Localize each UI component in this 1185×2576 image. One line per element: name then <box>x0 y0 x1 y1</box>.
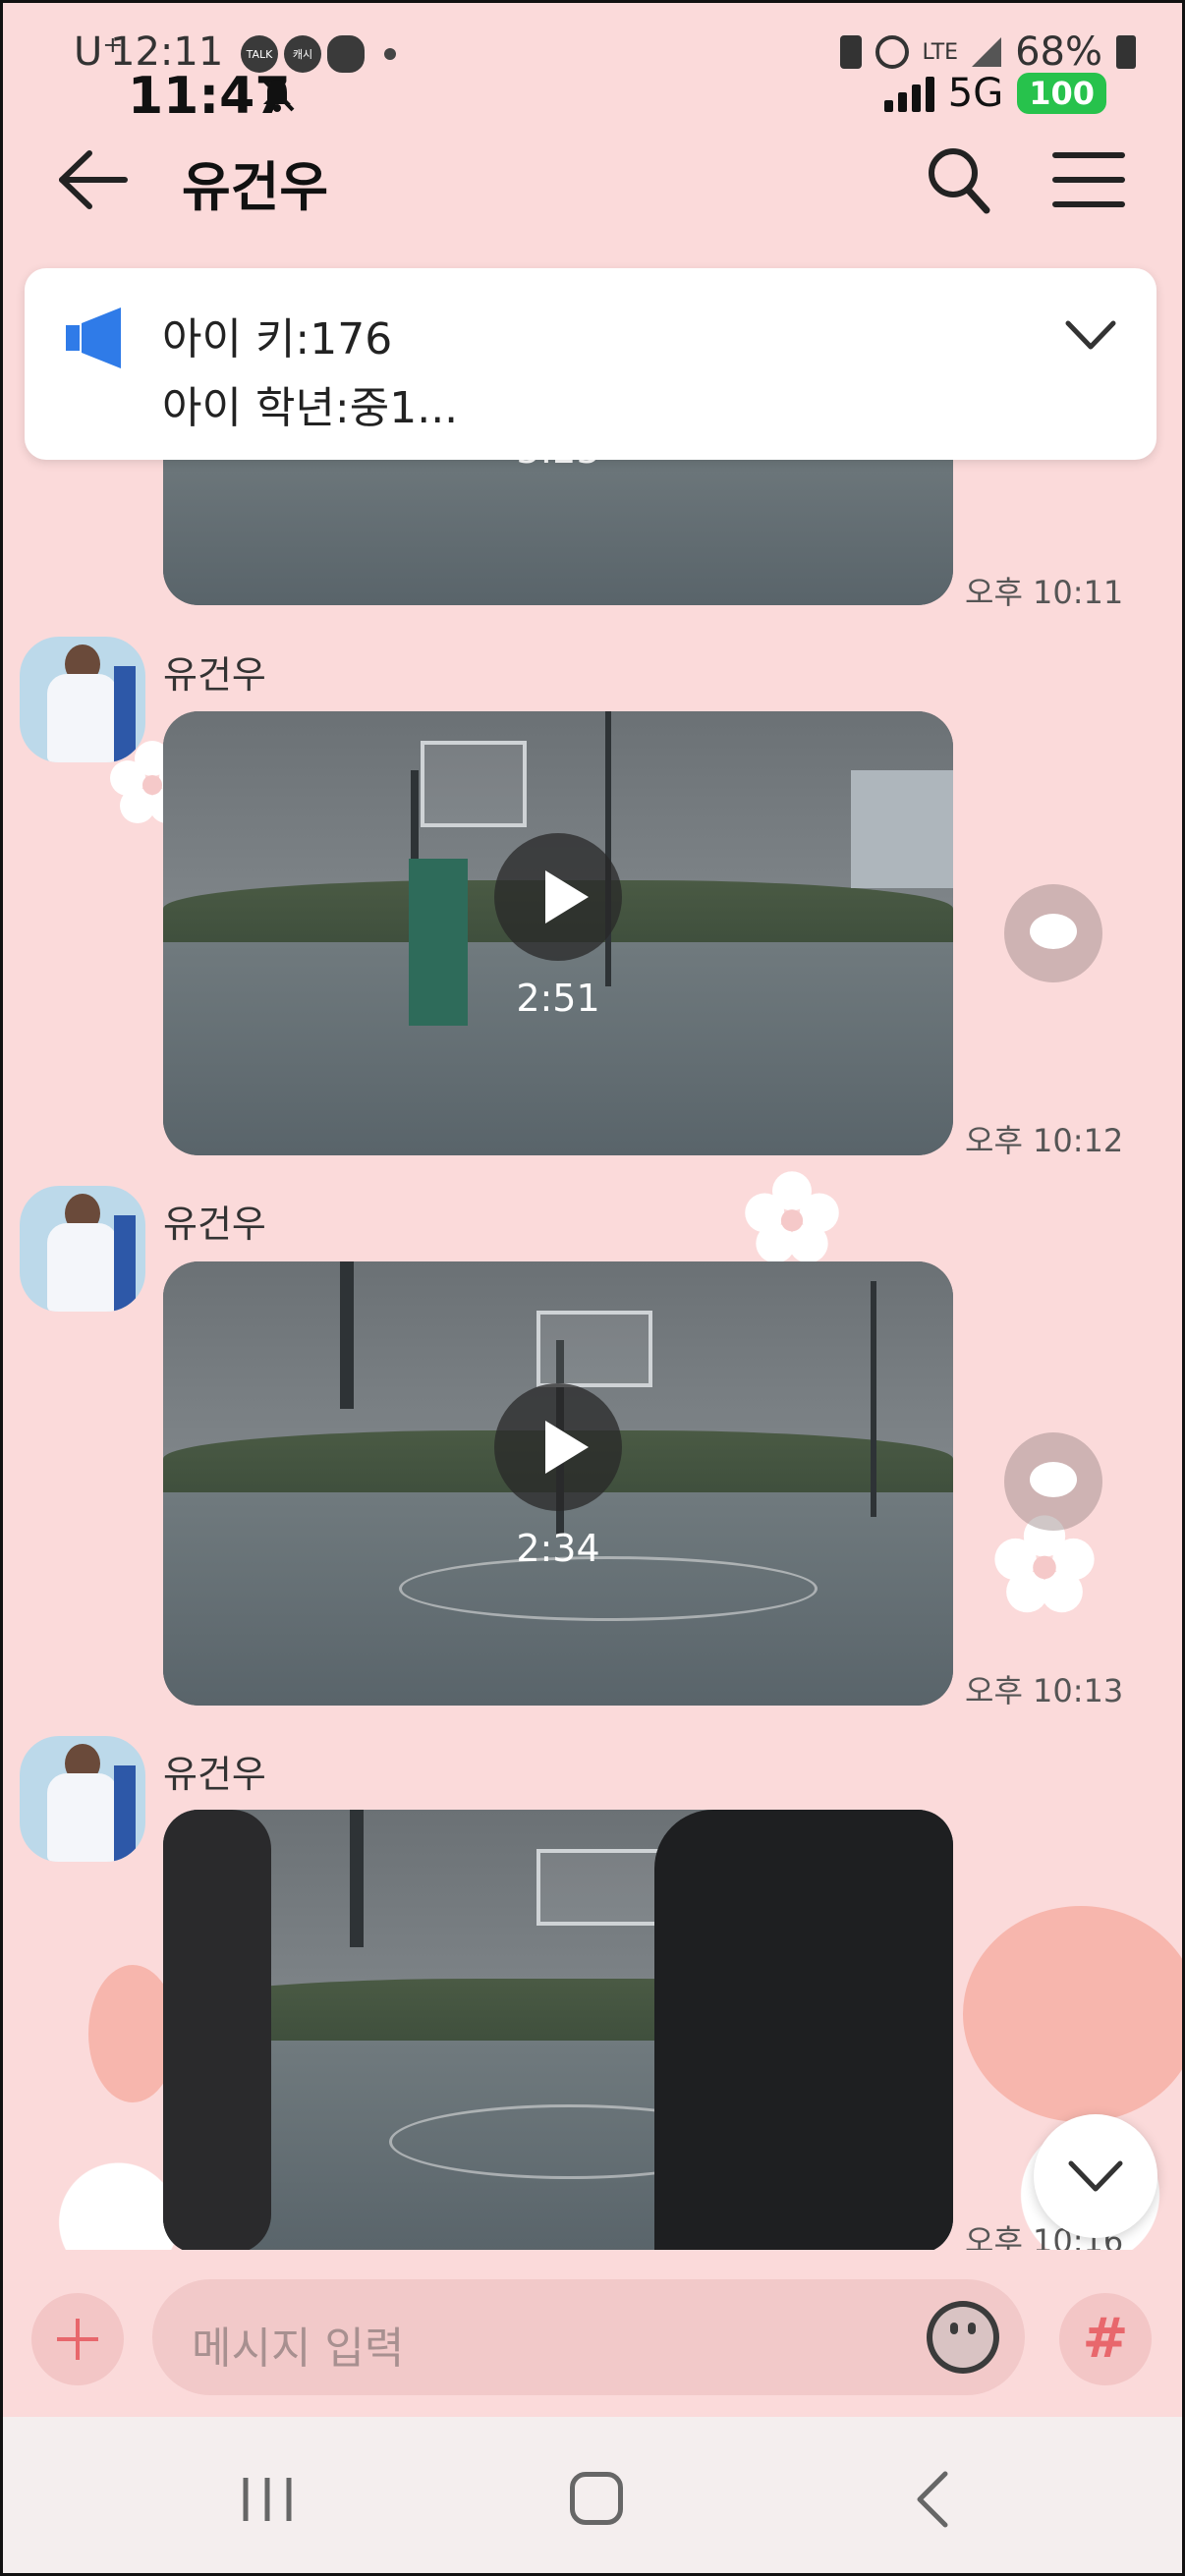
chevron-down-icon[interactable] <box>1064 315 1117 355</box>
status-right-top: LTE 68% <box>839 29 1136 75</box>
alarm-icon <box>875 35 909 69</box>
video-message[interactable]: 2:51 <box>163 711 953 1155</box>
avatar[interactable] <box>20 1736 145 1862</box>
sender-name: 유건우 <box>163 653 266 697</box>
peach-character-decoration <box>963 1906 1185 2122</box>
sender-name: 유건우 <box>163 1753 266 1796</box>
notice-line-2: 아이 학년:중1... <box>162 383 459 433</box>
signal-bars-icon <box>883 75 934 112</box>
share-icon[interactable] <box>1004 884 1102 982</box>
mute-bell-icon <box>260 77 295 112</box>
message-time: 오후 10:13 <box>965 1672 1124 1709</box>
battery-icon <box>1116 35 1136 69</box>
sender-name: 유건우 <box>163 1203 266 1246</box>
status-bar: U⁺ 12:11 TALK 캐시 11:47 LTE 68% 5G 100 <box>0 0 1185 128</box>
message-input-bar: 메시지 입력 # <box>0 2250 1185 2417</box>
cloud-notification-icon <box>327 35 365 73</box>
message-input-placeholder: 메시지 입력 <box>192 2324 405 2374</box>
hash-search-button[interactable]: # <box>1059 2293 1152 2385</box>
notice-line-1: 아이 키:176 <box>162 314 393 364</box>
megaphone-icon <box>66 308 121 368</box>
video-message[interactable]: 2:34 <box>163 1261 953 1706</box>
play-icon[interactable] <box>494 833 622 961</box>
notice-banner[interactable]: 아이 키:176 아이 학년:중1... <box>25 268 1157 460</box>
network-type: 5G <box>947 71 1004 116</box>
share-icon[interactable] <box>1004 1432 1102 1531</box>
avatar[interactable] <box>20 1186 145 1312</box>
system-nav-bar <box>0 2417 1185 2576</box>
video-duration: 2:51 <box>516 977 600 1020</box>
menu-icon[interactable] <box>1051 149 1126 210</box>
video-message[interactable] <box>163 1810 953 2254</box>
avatar[interactable] <box>20 637 145 762</box>
back-arrow-icon[interactable] <box>54 145 133 214</box>
chat-header: 유건우 <box>0 128 1185 236</box>
status-right-bottom: 5G 100 <box>883 71 1106 116</box>
chat-title: 유건우 <box>182 156 329 218</box>
message-input[interactable]: 메시지 입력 <box>152 2279 1025 2395</box>
chevron-down-icon <box>1068 2160 1123 2192</box>
more-dot-icon <box>384 48 396 60</box>
add-attachment-button[interactable] <box>31 2293 124 2385</box>
search-icon[interactable] <box>924 141 992 220</box>
message-time: 오후 10:12 <box>965 1122 1124 1159</box>
message-time: 오후 10:11 <box>965 574 1124 611</box>
flower-decoration-icon <box>745 1171 839 1263</box>
sim-icon <box>839 35 862 69</box>
scroll-to-bottom-button[interactable] <box>1034 2114 1157 2238</box>
lte-label: LTE <box>922 39 959 65</box>
video-duration: 2:34 <box>516 1527 600 1570</box>
signal-small-icon <box>972 37 1002 67</box>
battery-percent: 68% <box>1015 29 1102 75</box>
play-icon[interactable] <box>494 1383 622 1511</box>
home-icon[interactable] <box>570 2472 623 2525</box>
recents-icon[interactable] <box>240 2474 295 2525</box>
emoji-icon[interactable] <box>927 2301 999 2374</box>
back-icon[interactable] <box>914 2470 949 2529</box>
battery-badge: 100 <box>1017 73 1106 114</box>
